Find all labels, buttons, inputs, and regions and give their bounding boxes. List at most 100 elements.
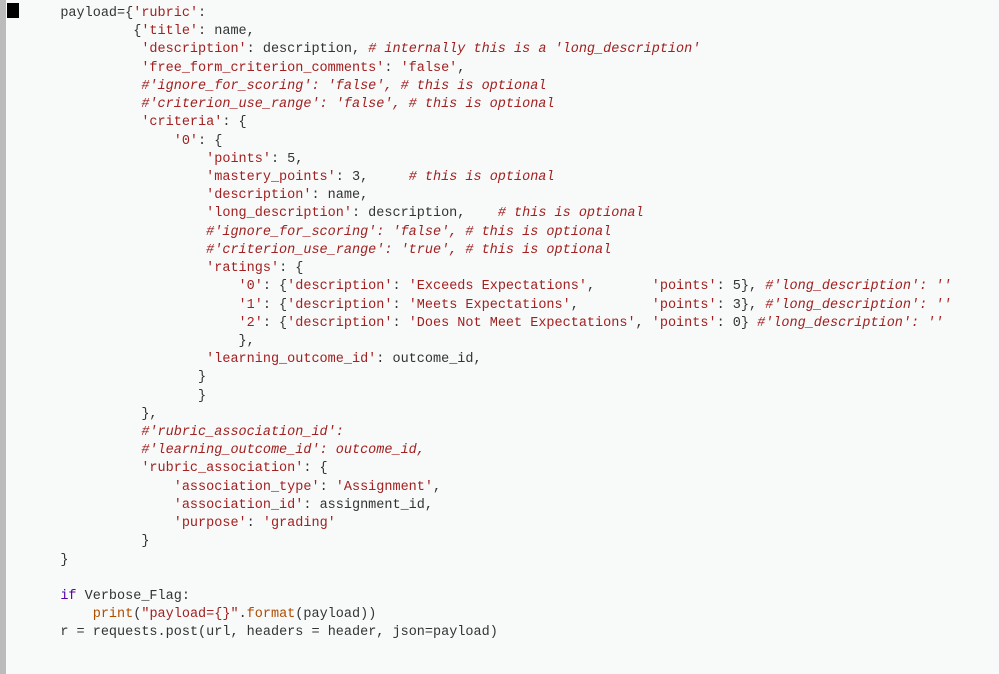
token: #'long_description': '' bbox=[765, 279, 951, 294]
token: , bbox=[247, 24, 255, 39]
token: : bbox=[247, 42, 263, 57]
code-line: 'association_type': 'Assignment', bbox=[0, 479, 999, 497]
token: : { bbox=[263, 279, 287, 294]
code-line: 'description': description, # internally… bbox=[0, 41, 999, 59]
code-block: payload={'rubric': {'title': name, 'desc… bbox=[0, 0, 999, 653]
token: 'description' bbox=[287, 279, 392, 294]
token: : bbox=[271, 152, 287, 167]
code-line: payload={'rubric': bbox=[0, 5, 999, 23]
token: 'points' bbox=[652, 279, 717, 294]
token: name bbox=[214, 24, 246, 39]
code-line: 'learning_outcome_id': outcome_id, bbox=[0, 351, 999, 369]
token: ) bbox=[490, 625, 498, 640]
token: 'free_form_criterion_comments' bbox=[141, 61, 384, 76]
code-line: } bbox=[0, 369, 999, 387]
token: 'rubric' bbox=[133, 6, 198, 21]
token: : bbox=[198, 6, 206, 21]
token: 'purpose' bbox=[174, 516, 247, 531]
token: r bbox=[60, 625, 76, 640]
token: } bbox=[141, 534, 149, 549]
token: : bbox=[717, 279, 733, 294]
token: if bbox=[60, 589, 76, 604]
token: : { bbox=[198, 134, 222, 149]
code-line: 'description': name, bbox=[0, 187, 999, 205]
token: # internally this is a 'long_description… bbox=[368, 42, 700, 57]
code-line: '2': {'description': 'Does Not Meet Expe… bbox=[0, 315, 999, 333]
code-line: 'points': 5, bbox=[0, 151, 999, 169]
token: description bbox=[263, 42, 352, 57]
token: : bbox=[303, 498, 319, 513]
token: , bbox=[230, 625, 246, 640]
token: 'points' bbox=[652, 316, 717, 331]
token: '0' bbox=[239, 279, 263, 294]
token: : { bbox=[222, 115, 246, 130]
token: : bbox=[384, 61, 400, 76]
code-line: #'rubric_association_id': bbox=[0, 424, 999, 442]
token: 'title' bbox=[141, 24, 198, 39]
token: , bbox=[425, 498, 433, 513]
token: = bbox=[311, 625, 327, 640]
token: } bbox=[198, 389, 206, 404]
token: }, bbox=[141, 407, 157, 422]
token: : bbox=[311, 188, 327, 203]
token: # this is optional bbox=[409, 170, 555, 185]
token: 'learning_outcome_id' bbox=[206, 352, 376, 367]
token bbox=[36, 571, 44, 586]
token: : bbox=[393, 279, 409, 294]
token: , bbox=[295, 152, 303, 167]
token: #'ignore_for_scoring': 'false', # this i… bbox=[141, 79, 546, 94]
code-line bbox=[0, 570, 999, 588]
token: , bbox=[457, 61, 465, 76]
token: #'criterion_use_range': 'false', # this … bbox=[141, 97, 554, 112]
token: #'long_description': '' bbox=[757, 316, 943, 331]
token: outcome_id bbox=[392, 352, 473, 367]
token: payload bbox=[433, 625, 490, 640]
token: 'Does Not Meet Expectations' bbox=[409, 316, 636, 331]
code-line: #'criterion_use_range': 'true', # this i… bbox=[0, 242, 999, 260]
code-line: }, bbox=[0, 406, 999, 424]
token: header bbox=[328, 625, 377, 640]
token: : bbox=[376, 352, 392, 367]
code-line: #'ignore_for_scoring': 'false', # this i… bbox=[0, 78, 999, 96]
token: : bbox=[393, 316, 409, 331]
code-line: {'title': name, bbox=[0, 23, 999, 41]
token: : bbox=[182, 589, 190, 604]
token: 'mastery_points' bbox=[206, 170, 336, 185]
token: : bbox=[247, 516, 263, 531]
token: #'rubric_association_id': bbox=[141, 425, 344, 440]
code-line: } bbox=[0, 388, 999, 406]
code-line: 'ratings': { bbox=[0, 260, 999, 278]
token: 'association_id' bbox=[174, 498, 304, 513]
token: format bbox=[247, 607, 296, 622]
token: '1' bbox=[239, 298, 263, 313]
code-line: #'criterion_use_range': 'false', # this … bbox=[0, 96, 999, 114]
text-cursor bbox=[7, 3, 19, 18]
token: : bbox=[393, 298, 409, 313]
token: #'criterion_use_range': 'true', # this i… bbox=[206, 243, 611, 258]
token: #'long_description': '' bbox=[765, 298, 951, 313]
code-line: print("payload={}".format(payload)) bbox=[0, 606, 999, 624]
token: requests bbox=[93, 625, 158, 640]
code-line: }, bbox=[0, 333, 999, 351]
token: 'description' bbox=[287, 298, 392, 313]
token: 'points' bbox=[206, 152, 271, 167]
code-line: '0': {'description': 'Exceeds Expectatio… bbox=[0, 278, 999, 296]
token: #'learning_outcome_id': outcome_id, bbox=[141, 443, 425, 458]
token: } bbox=[198, 370, 206, 385]
token: headers bbox=[247, 625, 312, 640]
code-line: 'mastery_points': 3, # this is optional bbox=[0, 169, 999, 187]
token: : bbox=[352, 206, 368, 221]
token: 'grading' bbox=[263, 516, 336, 531]
code-line: } bbox=[0, 552, 999, 570]
code-line: 'association_id': assignment_id, bbox=[0, 497, 999, 515]
code-line: '1': {'description': 'Meets Expectations… bbox=[0, 297, 999, 315]
token: } bbox=[741, 316, 757, 331]
token: , bbox=[636, 316, 652, 331]
code-line: #'learning_outcome_id': outcome_id, bbox=[0, 442, 999, 460]
token: ( bbox=[198, 625, 206, 640]
token: }, bbox=[741, 298, 765, 313]
token: . bbox=[158, 625, 166, 640]
token: : { bbox=[263, 298, 287, 313]
token: description bbox=[368, 206, 457, 221]
token: , bbox=[571, 298, 652, 313]
